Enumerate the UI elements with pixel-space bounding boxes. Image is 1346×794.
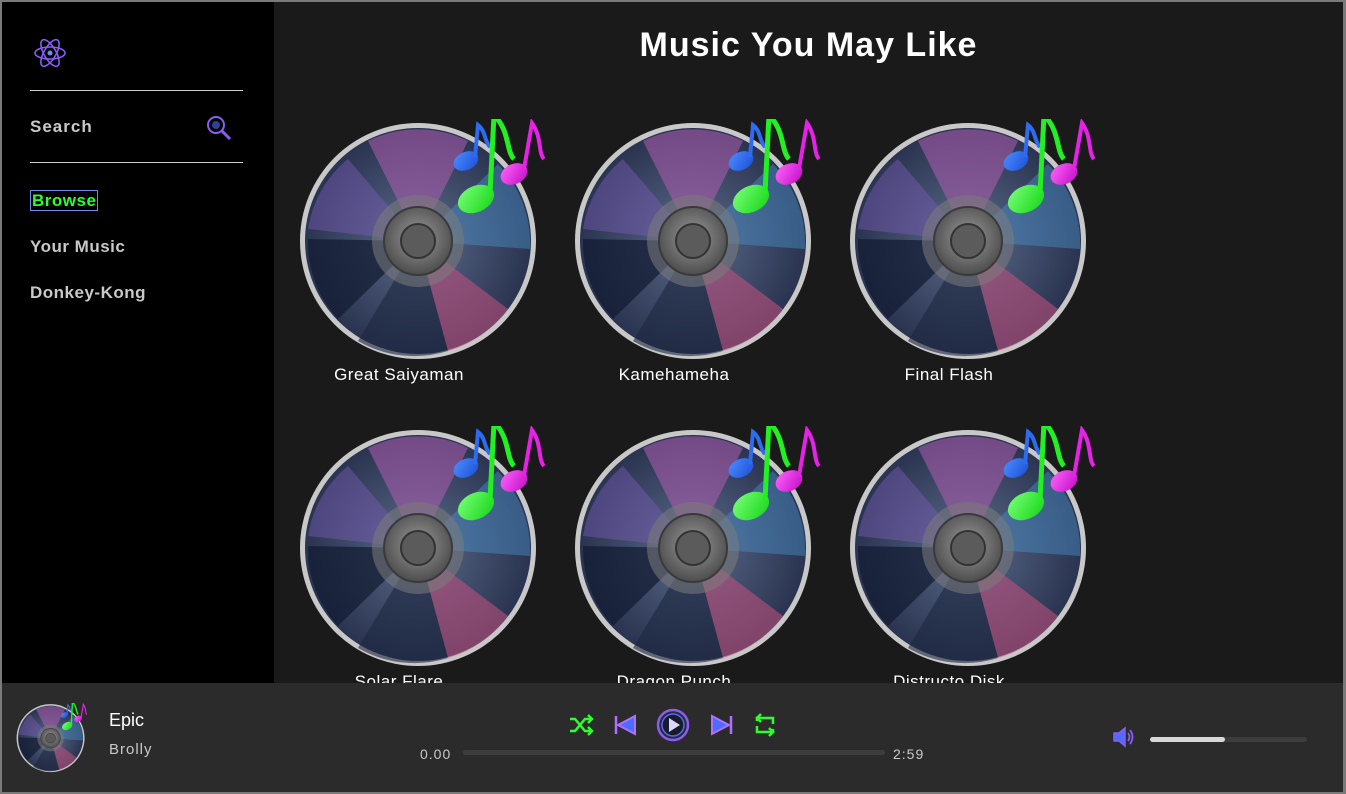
sidebar-item-label: Your Music	[30, 237, 126, 256]
album-disc-icon	[573, 119, 823, 369]
search-label: Search	[30, 117, 93, 136]
sidebar-item-browse[interactable]: Browse	[30, 190, 146, 236]
track-artist: Brolly	[109, 741, 153, 758]
album-card[interactable]: Dragon Punch	[549, 426, 799, 683]
album-title: Great Saiyaman	[334, 365, 464, 384]
speaker-icon[interactable]	[1110, 724, 1136, 750]
album-title: Dragon Punch	[616, 672, 732, 683]
volume-level	[1150, 737, 1226, 742]
album-disc-icon	[573, 426, 823, 676]
sidebar-item-donkey-kong[interactable]: Donkey-Kong	[30, 282, 146, 328]
shuffle-icon[interactable]	[566, 710, 596, 740]
album-card[interactable]: Kamehameha	[549, 119, 799, 409]
album-disc-icon	[848, 119, 1098, 369]
album-title: Final Flash	[904, 365, 994, 384]
magnifier-icon[interactable]	[205, 114, 233, 142]
sidebar-nav: Browse Your Music Donkey-Kong	[30, 190, 146, 328]
duration-time: 2:59	[893, 746, 925, 762]
album-disc-icon	[848, 426, 1098, 676]
now-playing-disc-icon	[16, 703, 88, 775]
track-title: Epic	[109, 710, 145, 730]
album-title: Distructo Disk	[893, 672, 1005, 683]
previous-icon[interactable]	[610, 710, 640, 740]
repeat-icon[interactable]	[750, 710, 780, 740]
album-title: Kamehameha	[618, 365, 730, 384]
album-card[interactable]: Solar Flare	[274, 426, 524, 683]
sidebar: Search Browse Your Music Donkey-Kong	[2, 2, 274, 683]
album-card[interactable]: Great Saiyaman	[274, 119, 524, 409]
sidebar-item-label: Browse	[30, 190, 99, 211]
sidebar-divider	[30, 90, 243, 91]
volume-slider[interactable]	[1150, 737, 1307, 742]
album-disc-icon	[298, 119, 548, 369]
progress-slider[interactable]	[463, 750, 885, 755]
play-icon[interactable]	[655, 707, 691, 743]
search-button[interactable]: Search	[30, 114, 243, 142]
sidebar-divider	[30, 162, 243, 163]
album-disc-icon	[298, 426, 548, 676]
next-icon[interactable]	[707, 710, 737, 740]
player-bar: Epic Brolly 0.00 2:59	[2, 683, 1343, 792]
album-card[interactable]: Distructo Disk	[824, 426, 1074, 683]
sidebar-item-your-music[interactable]: Your Music	[30, 236, 146, 282]
album-card[interactable]: Final Flash	[824, 119, 1074, 409]
album-title: Solar Flare	[354, 672, 444, 683]
atom-icon[interactable]	[32, 35, 68, 71]
main-content: Music You May Like Great Saiyaman Kameha…	[274, 2, 1343, 683]
elapsed-time: 0.00	[420, 746, 452, 762]
app-window: Search Browse Your Music Donkey-Kong Mus…	[2, 2, 1343, 792]
sidebar-item-label: Donkey-Kong	[30, 283, 146, 302]
page-title: Music You May Like	[639, 26, 978, 64]
